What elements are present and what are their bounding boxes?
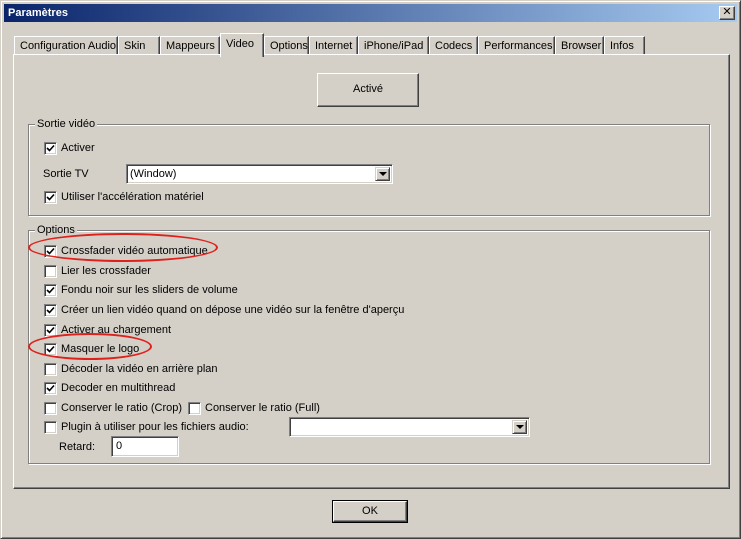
video-tab-panel: Activé Sortie vidéo Activer Sortie TV (W… [13,54,730,489]
tab-mappeurs[interactable]: Mappeurs [160,36,220,56]
crossfader-auto-checkbox[interactable] [44,245,57,258]
multithread-checkbox[interactable] [44,382,57,395]
lien-video-label: Créer un lien vidéo quand on dépose une … [61,304,405,316]
activer-chargement-label: Activer au chargement [61,324,172,336]
check-icon [46,306,55,314]
tab-internet[interactable]: Internet [309,36,358,56]
ratio-crop-label: Conserver le ratio (Crop) [61,402,183,414]
crossfader-auto-label: Crossfader vidéo automatique [61,245,208,257]
tab-options[interactable]: Options [264,36,309,56]
check-icon [46,247,55,255]
ratio-crop-checkbox[interactable] [44,402,57,415]
window-title: Paramètres [8,7,68,19]
masquer-logo-label: Masquer le logo [61,343,140,355]
check-icon [46,326,55,334]
check-icon [46,286,55,294]
tab-browser[interactable]: Browser [555,36,604,56]
check-icon [46,384,55,392]
fondu-noir-label: Fondu noir sur les sliders de volume [61,284,238,296]
ok-button[interactable]: OK [332,500,408,523]
fondu-noir-checkbox[interactable] [44,284,57,297]
activer-chargement-checkbox[interactable] [44,324,57,337]
activate-button[interactable]: Activé [317,73,419,107]
title-bar: Paramètres ✕ [4,4,737,22]
plugin-audio-checkbox[interactable] [44,421,57,434]
tab-infos[interactable]: Infos [604,36,645,56]
ratio-full-label: Conserver le ratio (Full) [205,402,320,414]
multithread-label: Decoder en multithread [61,382,176,394]
check-icon [46,193,55,201]
sortie-video-legend: Sortie vidéo [35,117,98,131]
tab-performances[interactable]: Performances [478,36,555,56]
sortie-tv-value: (Window) [130,168,177,180]
accel-label: Utiliser l'accélération matériel [61,191,204,203]
plugin-audio-label: Plugin à utiliser pour les fichiers audi… [61,421,249,433]
check-icon [46,345,55,353]
decoder-arriere-plan-label: Décoder la vidéo en arrière plan [61,363,218,375]
decoder-arriere-plan-checkbox[interactable] [44,363,57,376]
retard-label: Retard: [59,441,96,453]
tab-configuration-audio[interactable]: Configuration Audio [14,36,118,56]
retard-input[interactable]: 0 [111,436,179,457]
accel-checkbox[interactable] [44,191,57,204]
lien-video-checkbox[interactable] [44,304,57,317]
close-icon[interactable]: ✕ [719,6,735,20]
lier-crossfader-checkbox[interactable] [44,265,57,278]
tab-video[interactable]: Video [220,33,264,57]
ratio-full-checkbox[interactable] [188,402,201,415]
sortie-video-group: Sortie vidéo Activer Sortie TV (Window) … [28,117,710,216]
activer-label: Activer [61,142,95,154]
plugin-audio-select[interactable] [289,417,530,437]
tab-skin[interactable]: Skin [118,36,160,56]
sortie-tv-label: Sortie TV [43,168,89,180]
tab-codecs[interactable]: Codecs [429,36,478,56]
chevron-down-icon[interactable] [512,420,527,434]
masquer-logo-checkbox[interactable] [44,343,57,356]
lier-crossfader-label: Lier les crossfader [61,265,151,277]
options-group: Options Crossfader vidéo automatique Lie… [28,223,710,464]
sortie-tv-select[interactable]: (Window) [126,164,393,184]
options-legend: Options [35,223,77,237]
activer-checkbox[interactable] [44,142,57,155]
chevron-down-icon[interactable] [375,167,390,181]
tab-iphone-ipad[interactable]: iPhone/iPad [358,36,429,56]
check-icon [46,144,55,152]
settings-dialog: Paramètres ✕ Configuration Audio Skin Ma… [0,0,741,539]
